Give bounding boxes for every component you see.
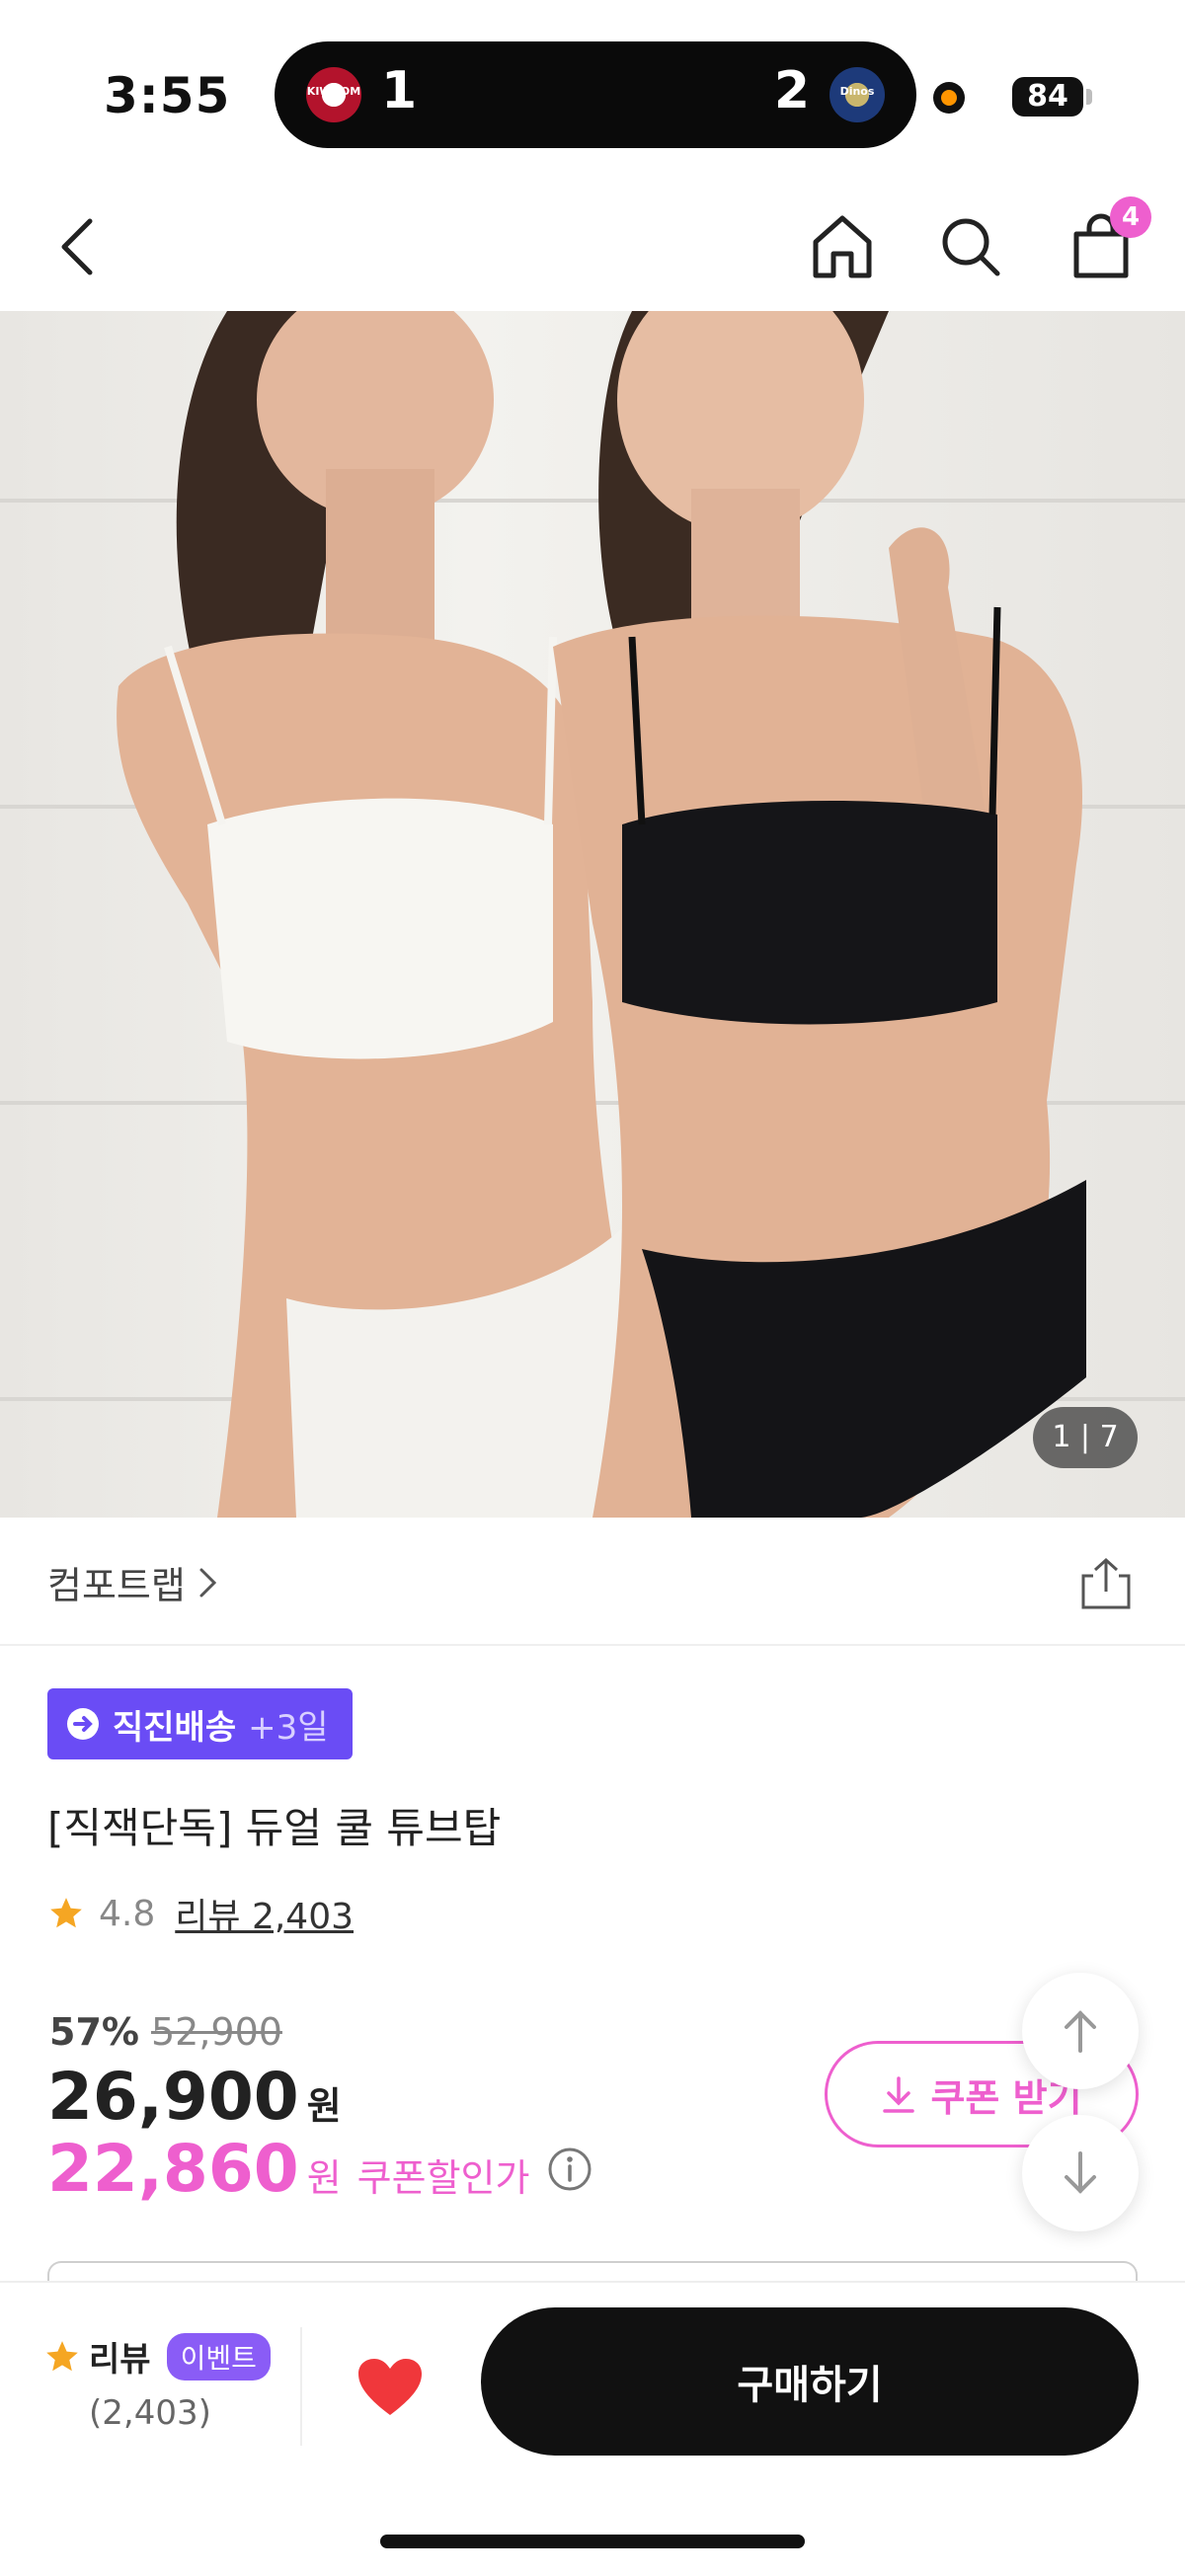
product-model-photo: [117, 311, 1086, 1518]
product-name: [직잭단독] 듀얼 쿨 튜브탑: [47, 1804, 502, 1852]
wishlist-button[interactable]: [341, 2338, 439, 2437]
coupon-price: 22,860: [47, 2131, 299, 2207]
live-activity-scoreboard[interactable]: KIWOOM 1 2 Dinos: [275, 41, 916, 148]
star-icon: [50, 1898, 82, 1928]
discount-row: 57% 52,900: [49, 2010, 282, 2054]
search-icon: [942, 218, 1000, 276]
brand-name: 컴포트랩: [47, 1564, 186, 1607]
search-button[interactable]: [926, 202, 1015, 291]
review-link[interactable]: 리뷰 2,403: [175, 1888, 354, 1939]
sale-price-unit: 원: [306, 2084, 342, 2128]
delivery-title: 직진배송: [113, 1707, 237, 1748]
delivery-extra-days: +3일: [248, 1707, 329, 1748]
chevron-right-icon: [199, 1568, 216, 1597]
star-icon: [46, 2340, 78, 2371]
review-count: (2,403): [89, 2393, 211, 2433]
sale-price: 26,900: [47, 2059, 299, 2135]
battery-indicator: 84: [1012, 77, 1083, 117]
home-score: 1: [381, 61, 418, 120]
scroll-up-button[interactable]: [1022, 1973, 1139, 2089]
original-price: 52,900: [150, 2010, 282, 2054]
sale-price-row: 26,900 원: [47, 2059, 342, 2135]
privacy-indicator-icon: [933, 82, 965, 114]
cart-button[interactable]: 4: [1057, 196, 1151, 291]
home-indicator[interactable]: [380, 2535, 805, 2548]
status-bar: 3:55 KIWOOM 1 2 Dinos 84: [0, 0, 1185, 178]
away-team-logo-icon: Dinos: [830, 67, 885, 122]
share-icon: [1081, 1557, 1131, 1609]
divider: [300, 2327, 302, 2446]
top-nav: 4: [0, 178, 1185, 311]
away-score: 2: [773, 61, 810, 120]
home-team-logo-icon: KIWOOM: [306, 67, 361, 122]
review-label: 리뷰: [89, 2340, 151, 2380]
coupon-price-unit: 원: [306, 2156, 342, 2200]
status-time: 3:55: [104, 67, 231, 124]
back-button[interactable]: [35, 202, 123, 291]
scroll-down-button[interactable]: [1022, 2115, 1139, 2231]
discount-rate: 57%: [49, 2010, 139, 2054]
home-button[interactable]: [798, 202, 887, 291]
share-button[interactable]: [1071, 1549, 1141, 1618]
download-icon: [883, 2076, 915, 2113]
event-badge: 이벤트: [166, 2332, 271, 2381]
coupon-price-row: 22,860 원 쿠폰할인가: [47, 2131, 592, 2207]
away-team-logo-text: Dinos: [839, 85, 875, 98]
rating-score: 4.8: [99, 1893, 156, 1934]
direct-delivery-badge: 직진배송 +3일: [47, 1688, 353, 1759]
buy-button[interactable]: 구매하기: [481, 2307, 1139, 2456]
heart-icon: [358, 2359, 422, 2415]
product-image-carousel[interactable]: 1 | 7: [0, 311, 1185, 1518]
arrow-up-icon: [1065, 2010, 1096, 2053]
delivery-arrow-icon: [67, 1708, 99, 1740]
coupon-price-label: 쿠폰할인가: [356, 2156, 530, 2200]
home-team-logo-text: KIWOOM: [306, 85, 361, 98]
review-event-button[interactable]: 리뷰 이벤트: [43, 2332, 271, 2381]
battery-tip: [1086, 89, 1092, 105]
cart-count-badge: 4: [1110, 196, 1151, 238]
image-page-indicator: 1 | 7: [1033, 1407, 1138, 1468]
bottom-action-bar: 리뷰 이벤트 (2,403) 구매하기: [0, 2281, 1185, 2576]
home-icon: [813, 215, 872, 278]
back-arrow-icon: [61, 218, 93, 275]
arrow-down-icon: [1065, 2151, 1096, 2194]
info-icon[interactable]: [547, 2147, 592, 2192]
brand-link[interactable]: 컴포트랩: [47, 1555, 219, 1609]
rating-row: 4.8 리뷰 2,403: [47, 1888, 354, 1939]
brand-row: 컴포트랩: [0, 1518, 1185, 1646]
